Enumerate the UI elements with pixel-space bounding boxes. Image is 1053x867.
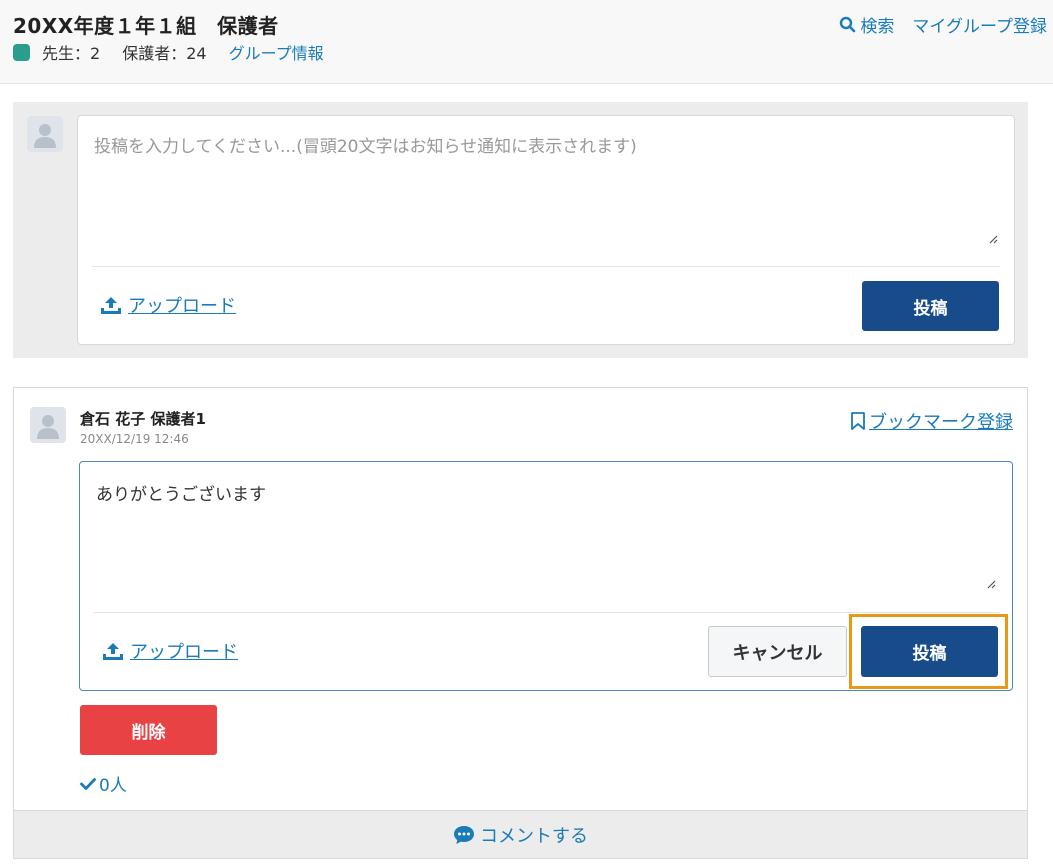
comment-button[interactable]: コメントする	[14, 810, 1027, 858]
upload-label: アップロード	[130, 642, 238, 663]
group-meta: 先生：2 保護者：24 グループ情報	[13, 40, 324, 64]
bookmark-link[interactable]: ブックマーク登録	[850, 408, 1013, 434]
group-header: 20XX年度１年１組 保護者 先生：2 保護者：24 グループ情報 検索 マイグ…	[0, 0, 1053, 84]
upload-icon	[101, 297, 121, 314]
search-label: 検索	[860, 17, 895, 37]
post-card: 倉石 花子 保護者1 20XX/12/19 12:46 ブックマーク登録 ありが…	[13, 387, 1028, 859]
bookmark-label: ブックマーク登録	[869, 412, 1013, 433]
group-title: 20XX年度１年１組 保護者	[13, 14, 279, 38]
group-info-link[interactable]: グループ情報	[229, 40, 324, 64]
search-icon	[840, 16, 856, 33]
compose-divider	[92, 266, 1000, 267]
resize-grip-icon[interactable]	[988, 234, 998, 244]
group-color-dot	[13, 43, 30, 61]
upload-icon	[103, 643, 123, 660]
reply-edit-card: ありがとうございます アップロード キャンセル 投稿	[79, 461, 1013, 691]
guardian-count: 保護者：24	[122, 44, 207, 63]
upload-link[interactable]: アップロード	[100, 292, 236, 318]
upload-link[interactable]: アップロード	[102, 638, 238, 664]
reply-input[interactable]: ありがとうございます	[96, 480, 992, 580]
like-count-label: 0人	[99, 776, 127, 796]
like-count[interactable]: 0人	[80, 771, 127, 796]
checkmark-icon	[80, 777, 96, 790]
post-author: 倉石 花子 保護者1	[80, 410, 206, 428]
comment-icon	[454, 825, 474, 844]
teacher-count: 先生：2	[42, 44, 101, 63]
delete-button[interactable]: 削除	[80, 705, 217, 755]
comment-label: コメントする	[480, 825, 588, 847]
resize-grip-icon[interactable]	[986, 579, 996, 589]
avatar-icon	[30, 407, 66, 443]
header-actions: 検索 マイグループ登録	[821, 12, 1047, 37]
reply-submit-button[interactable]: 投稿	[861, 626, 998, 677]
post-submit-button[interactable]: 投稿	[862, 281, 999, 331]
post-timestamp: 20XX/12/19 12:46	[80, 432, 189, 446]
reply-divider	[94, 612, 1000, 613]
compose-panel: アップロード 投稿	[13, 102, 1028, 358]
avatar-icon	[27, 116, 63, 152]
mygroup-register-link[interactable]: マイグループ登録	[912, 12, 1047, 37]
compose-card: アップロード 投稿	[77, 115, 1015, 345]
upload-label: アップロード	[128, 296, 236, 317]
search-link[interactable]: 検索	[839, 12, 894, 37]
cancel-button[interactable]: キャンセル	[708, 626, 847, 677]
bookmark-icon	[851, 412, 865, 430]
post-input[interactable]	[94, 132, 994, 232]
